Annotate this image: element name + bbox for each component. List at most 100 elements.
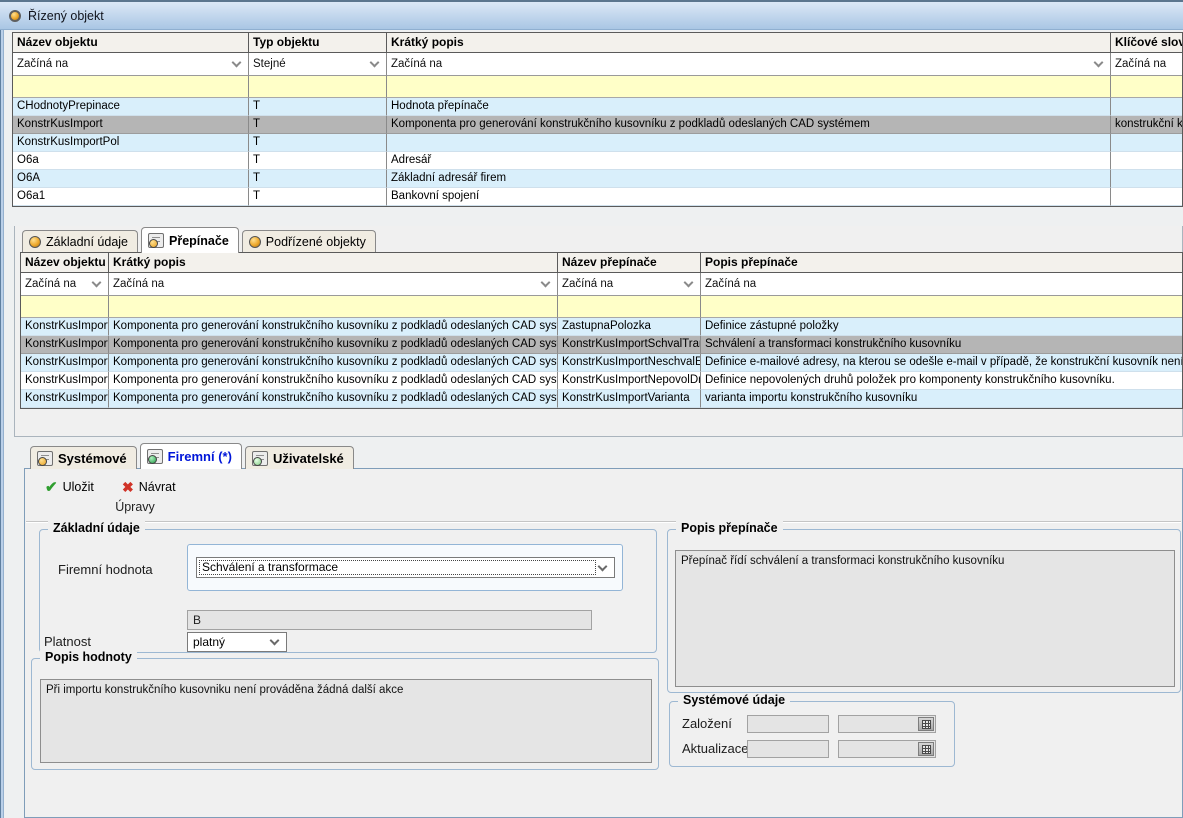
column-header-kratky-popis[interactable]: Krátký popis bbox=[109, 253, 558, 273]
window-titlebar: Řízený objekt bbox=[0, 0, 1183, 30]
table-row[interactable]: KonstrKusImport Komponenta pro generován… bbox=[21, 372, 1182, 390]
cell-klicove: konstrukční kus bbox=[1111, 116, 1182, 134]
cell-typ: T bbox=[249, 170, 387, 188]
cell-popis: Hodnota přepínače bbox=[387, 98, 1111, 116]
platnost-combobox[interactable]: platný bbox=[187, 632, 287, 652]
save-button[interactable]: ✔ Uložit bbox=[41, 476, 98, 498]
cell-popisp: Definice zástupné položky bbox=[701, 318, 1182, 336]
table-row[interactable]: KonstrKusImport Komponenta pro generován… bbox=[21, 354, 1182, 372]
x-icon: ✖ bbox=[122, 480, 134, 494]
cell-nazev: O6a bbox=[13, 152, 249, 170]
chevron-down-icon bbox=[541, 278, 551, 288]
filter-input-objekt[interactable] bbox=[21, 296, 109, 318]
switches-grid-filter-input-row bbox=[21, 296, 1182, 318]
cell-klicove bbox=[1111, 188, 1182, 206]
zalozeni-label: Založení bbox=[682, 716, 732, 731]
tab-zakladni-udaje[interactable]: Základní údaje bbox=[22, 230, 138, 253]
filter-operator-nazev[interactable]: Začíná na bbox=[13, 53, 249, 76]
cell-klicove bbox=[1111, 98, 1182, 116]
back-button[interactable]: ✖ Návrat bbox=[118, 476, 180, 498]
calendar-button bbox=[918, 742, 934, 756]
column-header-popis-prepinace[interactable]: Popis přepínače bbox=[701, 253, 1182, 273]
chevron-down-icon bbox=[370, 58, 380, 68]
filter-operator-popisp[interactable]: Začíná na bbox=[701, 273, 1182, 296]
switch-icon bbox=[147, 449, 163, 464]
tab-label: Firemní (*) bbox=[168, 449, 232, 464]
table-row[interactable]: KonstrKusImport Komponenta pro generován… bbox=[21, 390, 1182, 408]
filter-input-popisp[interactable] bbox=[701, 296, 1182, 318]
cell-objekt: KonstrKusImport bbox=[21, 372, 109, 390]
tab-systemove[interactable]: Systémové bbox=[30, 446, 137, 469]
group-zakladni-udaje: Základní údaje Firemní hodnota Schválení… bbox=[39, 529, 657, 653]
coin-icon bbox=[249, 236, 261, 248]
filter-input-prepinac[interactable] bbox=[558, 296, 701, 318]
cell-typ: T bbox=[249, 152, 387, 170]
group-title: Popis hodnoty bbox=[40, 650, 137, 664]
filter-operator-label: Začíná na bbox=[391, 58, 442, 70]
table-row[interactable]: KonstrKusImportPol T bbox=[13, 134, 1182, 152]
table-row[interactable]: O6a T Adresář bbox=[13, 152, 1182, 170]
chevron-down-icon bbox=[270, 636, 280, 646]
filter-input-popis[interactable] bbox=[109, 296, 558, 318]
column-header-nazev-prepinace[interactable]: Název přepínače bbox=[558, 253, 701, 273]
tab-podrizene-objekty[interactable]: Podřízené objekty bbox=[242, 230, 376, 253]
cell-popisp: Definice nepovolených druhů položek pro … bbox=[701, 372, 1182, 390]
cell-klicove bbox=[1111, 134, 1182, 152]
filter-input-popis[interactable] bbox=[387, 76, 1111, 98]
chevron-down-icon bbox=[92, 278, 102, 288]
code-field: B bbox=[187, 610, 592, 630]
filter-operator-label: Začíná na bbox=[25, 278, 76, 290]
group-title: Základní údaje bbox=[48, 521, 145, 535]
filter-operator-klicove[interactable]: Začíná na bbox=[1111, 53, 1182, 76]
table-row[interactable]: O6a1 T Bankovní spojení bbox=[13, 188, 1182, 206]
table-row[interactable]: KonstrKusImport Komponenta pro generován… bbox=[21, 318, 1182, 336]
column-header-typ-objektu[interactable]: Typ objektu bbox=[249, 33, 387, 53]
firemni-hodnota-combobox[interactable]: Schválení a transformace bbox=[196, 557, 615, 578]
column-header-kratky-popis[interactable]: Krátký popis bbox=[387, 33, 1111, 53]
filter-input-typ[interactable] bbox=[249, 76, 387, 98]
chevron-down-icon bbox=[232, 58, 242, 68]
filter-input-klicove[interactable] bbox=[1111, 76, 1182, 98]
objects-grid-header-row: Název objektu Typ objektu Krátký popis K… bbox=[13, 33, 1182, 53]
detail-section: Základní údaje Přepínače Podřízené objek… bbox=[14, 226, 1183, 437]
cell-popisp: varianta importu konstrukčního kusovníku bbox=[701, 390, 1182, 408]
filter-operator-label: Začíná na bbox=[562, 278, 613, 290]
filter-operator-typ[interactable]: Stejné bbox=[249, 53, 387, 76]
tab-uzivatelske[interactable]: Uživatelské bbox=[245, 446, 354, 469]
value-tabstrip: Systémové Firemní (*) Uživatelské bbox=[30, 443, 354, 469]
chevron-down-icon bbox=[1094, 58, 1104, 68]
table-row-selected[interactable]: KonstrKusImport Komponenta pro generován… bbox=[21, 336, 1182, 354]
switches-grid-header-row: Název objektu Krátký popis Název přepína… bbox=[21, 253, 1182, 273]
tab-prepinace[interactable]: Přepínače bbox=[141, 227, 239, 253]
filter-operator-popis[interactable]: Začíná na bbox=[109, 273, 558, 296]
filter-operator-objekt[interactable]: Začíná na bbox=[21, 273, 109, 296]
tab-firemni[interactable]: Firemní (*) bbox=[140, 443, 242, 469]
filter-operator-popis[interactable]: Začíná na bbox=[387, 53, 1111, 76]
group-popis-hodnoty: Popis hodnoty Při importu konstrukčního … bbox=[31, 658, 659, 770]
filter-input-nazev[interactable] bbox=[13, 76, 249, 98]
column-header-nazev-objektu[interactable]: Název objektu bbox=[13, 33, 249, 53]
toolbar-group-label: Úpravy bbox=[75, 500, 195, 514]
group-title: Popis přepínače bbox=[676, 521, 783, 535]
cell-nazev: O6a1 bbox=[13, 188, 249, 206]
cell-popis: Adresář bbox=[387, 152, 1111, 170]
calendar-icon bbox=[922, 720, 931, 729]
zalozeni-date-field bbox=[838, 715, 936, 733]
table-row[interactable]: CHodnotyPrepinace T Hodnota přepínače bbox=[13, 98, 1182, 116]
column-header-klicove-slovo[interactable]: Klíčové slovo bbox=[1111, 33, 1182, 53]
column-header-nazev-objektu[interactable]: Název objektu bbox=[21, 253, 109, 273]
light-green-ball-icon bbox=[253, 457, 262, 466]
filter-operator-prepinac[interactable]: Začíná na bbox=[558, 273, 701, 296]
objects-grid-filter-input-row bbox=[13, 76, 1182, 98]
cell-popis: Komponenta pro generování konstrukčního … bbox=[109, 372, 558, 390]
group-systemove-udaje: Systémové údaje Založení Aktualizace bbox=[669, 701, 955, 767]
cell-typ: T bbox=[249, 188, 387, 206]
cell-typ: T bbox=[249, 116, 387, 134]
table-row-selected[interactable]: KonstrKusImport T Komponenta pro generov… bbox=[13, 116, 1182, 134]
chevron-down-icon bbox=[684, 278, 694, 288]
aktualizace-label: Aktualizace bbox=[682, 741, 748, 756]
window-left-frame bbox=[0, 0, 4, 818]
platnost-value: platný bbox=[193, 635, 225, 649]
cell-popis: Bankovní spojení bbox=[387, 188, 1111, 206]
table-row[interactable]: O6A T Základní adresář firem bbox=[13, 170, 1182, 188]
